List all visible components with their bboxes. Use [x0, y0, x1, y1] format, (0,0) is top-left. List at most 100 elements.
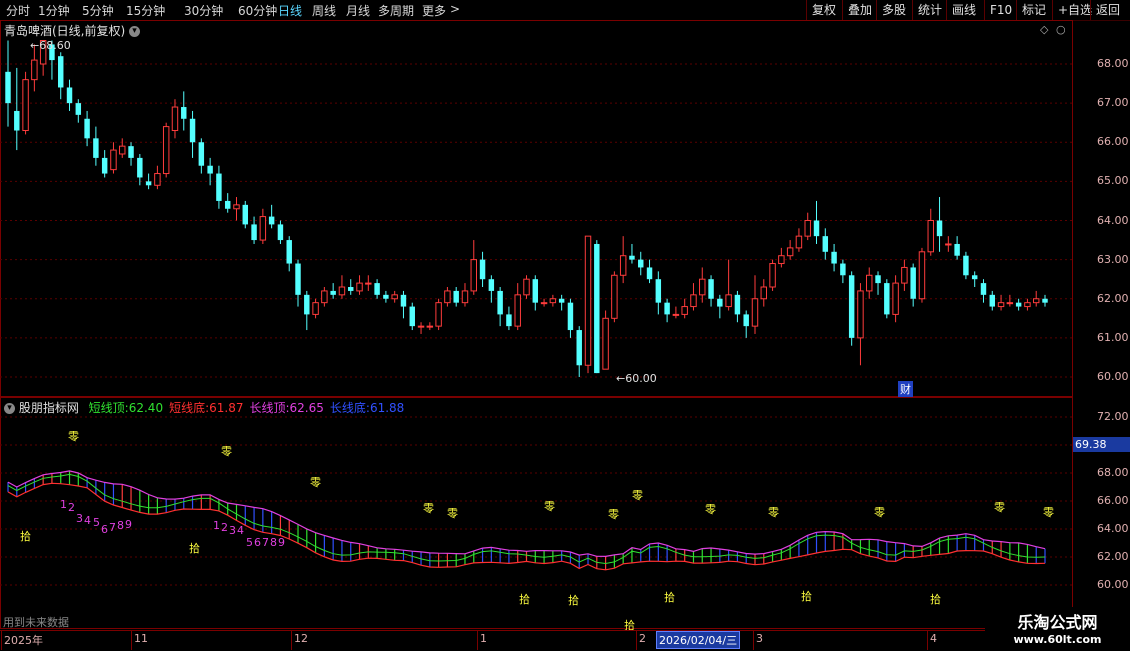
candle	[242, 200, 249, 229]
candle	[216, 165, 222, 209]
period-tab-5[interactable]: 60分钟	[238, 2, 277, 19]
candle	[488, 275, 495, 303]
candle	[786, 240, 794, 260]
toolbar-button-1[interactable]: 叠加	[842, 0, 877, 20]
candle	[690, 283, 697, 311]
candle	[1024, 298, 1031, 311]
candle	[734, 290, 741, 323]
candle	[295, 259, 301, 307]
candle	[884, 279, 890, 319]
time-label: 11	[134, 632, 148, 645]
signal-zero-label: 零	[310, 476, 321, 489]
candle	[540, 298, 548, 307]
period-tab-3[interactable]: 15分钟	[126, 2, 165, 19]
candle	[338, 275, 346, 299]
indicator-tick-label: 60.00	[1097, 578, 1129, 591]
time-tick	[753, 630, 754, 650]
time-tick	[291, 630, 292, 650]
period-tab-7[interactable]: 周线	[312, 2, 336, 19]
candle	[409, 302, 415, 331]
period-tab-1[interactable]: 1分钟	[38, 2, 70, 19]
sequence-number: 2	[221, 521, 228, 534]
period-tab-0[interactable]: 分时	[6, 2, 30, 19]
candle	[321, 287, 328, 307]
candle	[945, 236, 952, 252]
candle	[699, 267, 706, 303]
candle	[813, 200, 820, 244]
sequence-number: 7	[109, 521, 116, 534]
candle	[5, 40, 11, 127]
candle	[708, 275, 714, 307]
period-tab-4[interactable]: 30分钟	[184, 2, 223, 19]
cursor-date: 2026/02/04/三	[656, 631, 741, 649]
candle	[751, 275, 759, 334]
sequence-number: 4	[84, 514, 91, 527]
candle	[822, 228, 829, 260]
candle	[619, 236, 627, 284]
candle	[479, 251, 486, 288]
time-label: 2	[639, 632, 646, 645]
watermark-url: www.60lt.com	[1013, 633, 1102, 646]
candle	[58, 52, 64, 100]
toolbar-button-2[interactable]: 多股	[876, 0, 911, 20]
candle	[181, 91, 187, 131]
candle	[286, 236, 292, 272]
toolbar-button-3[interactable]: 统计	[912, 0, 947, 20]
toolbar-button-6[interactable]: 标记	[1016, 0, 1051, 20]
period-tab-9[interactable]: 多周期	[378, 2, 414, 19]
candle	[523, 275, 530, 299]
price-tick-label: 65.00	[1097, 174, 1129, 188]
candle	[348, 279, 354, 295]
toolbar-button-8[interactable]: 返回	[1090, 0, 1125, 20]
candle	[145, 173, 152, 190]
toolbar-button-4[interactable]: 画线	[946, 0, 981, 20]
candle	[514, 283, 521, 331]
candle	[655, 271, 662, 315]
period-tab-8[interactable]: 月线	[346, 2, 370, 19]
signal-zero-label: 零	[632, 489, 643, 502]
indicator-tick-label: 72.00	[1097, 410, 1129, 423]
more-arrow-icon[interactable]: >	[450, 2, 460, 16]
candle	[602, 310, 609, 370]
period-tab-2[interactable]: 5分钟	[82, 2, 114, 19]
sequence-number: 9	[278, 536, 285, 549]
candle	[1006, 294, 1014, 307]
price-tick-label: 66.00	[1097, 135, 1129, 149]
high-price-label: ←68.60	[30, 39, 71, 52]
candle	[866, 267, 873, 299]
period-tab-6[interactable]: 日线	[278, 2, 302, 19]
candle	[971, 271, 978, 288]
signal-ten-label: 拾	[519, 593, 530, 606]
candle	[1032, 290, 1040, 307]
toolbar-button-0[interactable]: 复权	[806, 0, 841, 20]
time-label: 2025年	[4, 634, 43, 647]
earnings-badge[interactable]: 财	[898, 381, 913, 397]
candle	[760, 279, 768, 307]
candle	[857, 283, 864, 366]
signal-zero-label: 零	[1043, 506, 1054, 519]
candle	[629, 243, 635, 264]
signal-zero-label: 零	[68, 430, 79, 443]
indicator-chart[interactable]	[0, 397, 1073, 629]
candle	[268, 204, 275, 229]
candlestick-chart[interactable]	[0, 20, 1073, 397]
sequence-number: 3	[76, 512, 83, 525]
candle	[936, 197, 943, 252]
period-tab-10[interactable]: 更多	[422, 2, 446, 19]
price-tick-label: 68.00	[1097, 57, 1129, 70]
toolbar-button-5[interactable]: F10	[984, 0, 1017, 20]
time-tick	[477, 630, 478, 650]
candle	[848, 271, 855, 346]
candle	[400, 290, 407, 319]
signal-ten-label: 拾	[801, 590, 812, 603]
price-tick-label: 67.00	[1097, 96, 1129, 110]
candle	[259, 208, 267, 244]
sequence-number: 6	[254, 536, 261, 549]
sequence-number: 9	[125, 518, 132, 531]
price-tick-label: 62.00	[1097, 291, 1129, 305]
time-tick	[927, 630, 928, 650]
candle	[356, 275, 363, 295]
time-tick	[1, 630, 2, 650]
candle	[66, 79, 73, 111]
candle	[435, 298, 442, 331]
